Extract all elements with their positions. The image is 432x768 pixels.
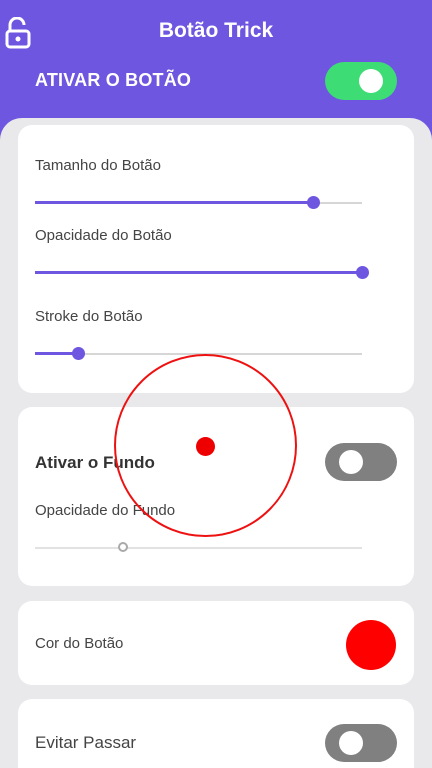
slider-thumb[interactable] (356, 266, 369, 279)
slider-thumb[interactable] (306, 196, 320, 209)
opacity-label: Opacidade do Botão (35, 227, 172, 244)
opacity-slider[interactable] (35, 263, 369, 283)
slider-track (35, 547, 362, 549)
background-toggle[interactable] (325, 443, 397, 481)
activate-button-toggle[interactable] (325, 62, 397, 100)
stroke-label: Stroke do Botão (35, 308, 143, 325)
button-color-card: Cor do Botão (18, 601, 414, 685)
activate-button-label: ATIVAR O BOTÃO (35, 70, 192, 90)
slider-thumb[interactable] (118, 542, 129, 552)
button-color-swatch[interactable] (346, 620, 396, 670)
toggle-knob (359, 69, 383, 93)
size-slider[interactable] (35, 193, 362, 213)
floating-button-dot[interactable] (196, 437, 215, 456)
toggle-knob (339, 450, 363, 474)
app-title: Botão Trick (158, 19, 274, 42)
slider-fill (35, 271, 362, 274)
size-label: Tamanho do Botão (35, 157, 161, 174)
avoid-passing-toggle[interactable] (325, 724, 397, 762)
button-color-label: Cor do Botão (35, 635, 124, 652)
slider-thumb[interactable] (71, 347, 85, 360)
slider-fill (35, 201, 313, 204)
avoid-passing-label: Evitar Passar (35, 733, 137, 752)
background-opacity-slider[interactable] (35, 538, 362, 558)
toggle-knob (339, 731, 363, 755)
